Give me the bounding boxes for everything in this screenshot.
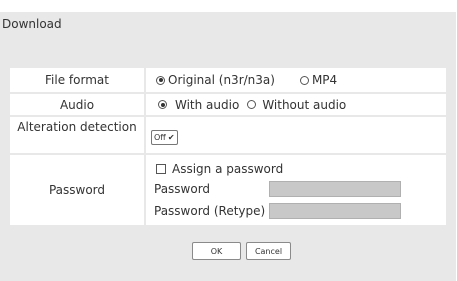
file-format-mp4-option[interactable]: MP4	[299, 73, 338, 87]
radio-mp4-icon[interactable]	[299, 75, 309, 85]
audio-without-label: Without audio	[262, 97, 347, 112]
file-format-label: File format	[10, 68, 144, 92]
alteration-label: Alteration detection	[10, 117, 144, 153]
alteration-select-value: Off	[154, 132, 166, 142]
file-format-mp4-label: MP4	[311, 73, 338, 87]
audio-with-option[interactable]: With audio	[158, 98, 239, 112]
password-field-label: Password	[154, 182, 211, 196]
assign-password-checkbox[interactable]	[156, 164, 166, 174]
file-format-original-option[interactable]: Original (n3r/n3a)	[156, 73, 275, 87]
audio-with-label: With audio	[175, 97, 240, 112]
cancel-button[interactable]: Cancel	[246, 242, 291, 260]
audio-value: With audio Without audio	[146, 94, 446, 115]
file-format-value: Original (n3r/n3a) MP4	[146, 68, 446, 92]
chevron-down-icon: ✔	[167, 132, 175, 142]
password-label-text: Password	[48, 183, 106, 197]
alteration-value: Off ✔	[146, 117, 446, 153]
radio-original-icon[interactable]	[156, 75, 165, 85]
ok-button[interactable]: OK	[192, 242, 241, 260]
assign-password-option[interactable]: Assign a password	[156, 162, 283, 176]
password-value: Assign a password Password Password (Ret…	[146, 155, 446, 225]
audio-without-option[interactable]: Without audio	[247, 98, 346, 112]
audio-label: Audio	[10, 94, 144, 115]
alteration-label-text: Alteration detection	[17, 120, 137, 134]
radio-with-audio-icon[interactable]	[158, 100, 167, 109]
password-label: Password	[10, 155, 144, 225]
alteration-select[interactable]: Off ✔	[151, 129, 178, 145]
audio-label-text: Audio	[59, 97, 95, 112]
password-retype-input[interactable]	[269, 203, 401, 219]
password-input[interactable]	[269, 181, 401, 197]
password-retype-label: Password (Retype)	[154, 204, 266, 218]
radio-without-audio-icon[interactable]	[247, 100, 257, 109]
dialog-title: Download	[2, 17, 62, 31]
assign-password-label: Assign a password	[172, 162, 284, 176]
file-format-original-label: Original (n3r/n3a)	[168, 73, 275, 87]
file-format-label-text: File format	[45, 73, 109, 87]
